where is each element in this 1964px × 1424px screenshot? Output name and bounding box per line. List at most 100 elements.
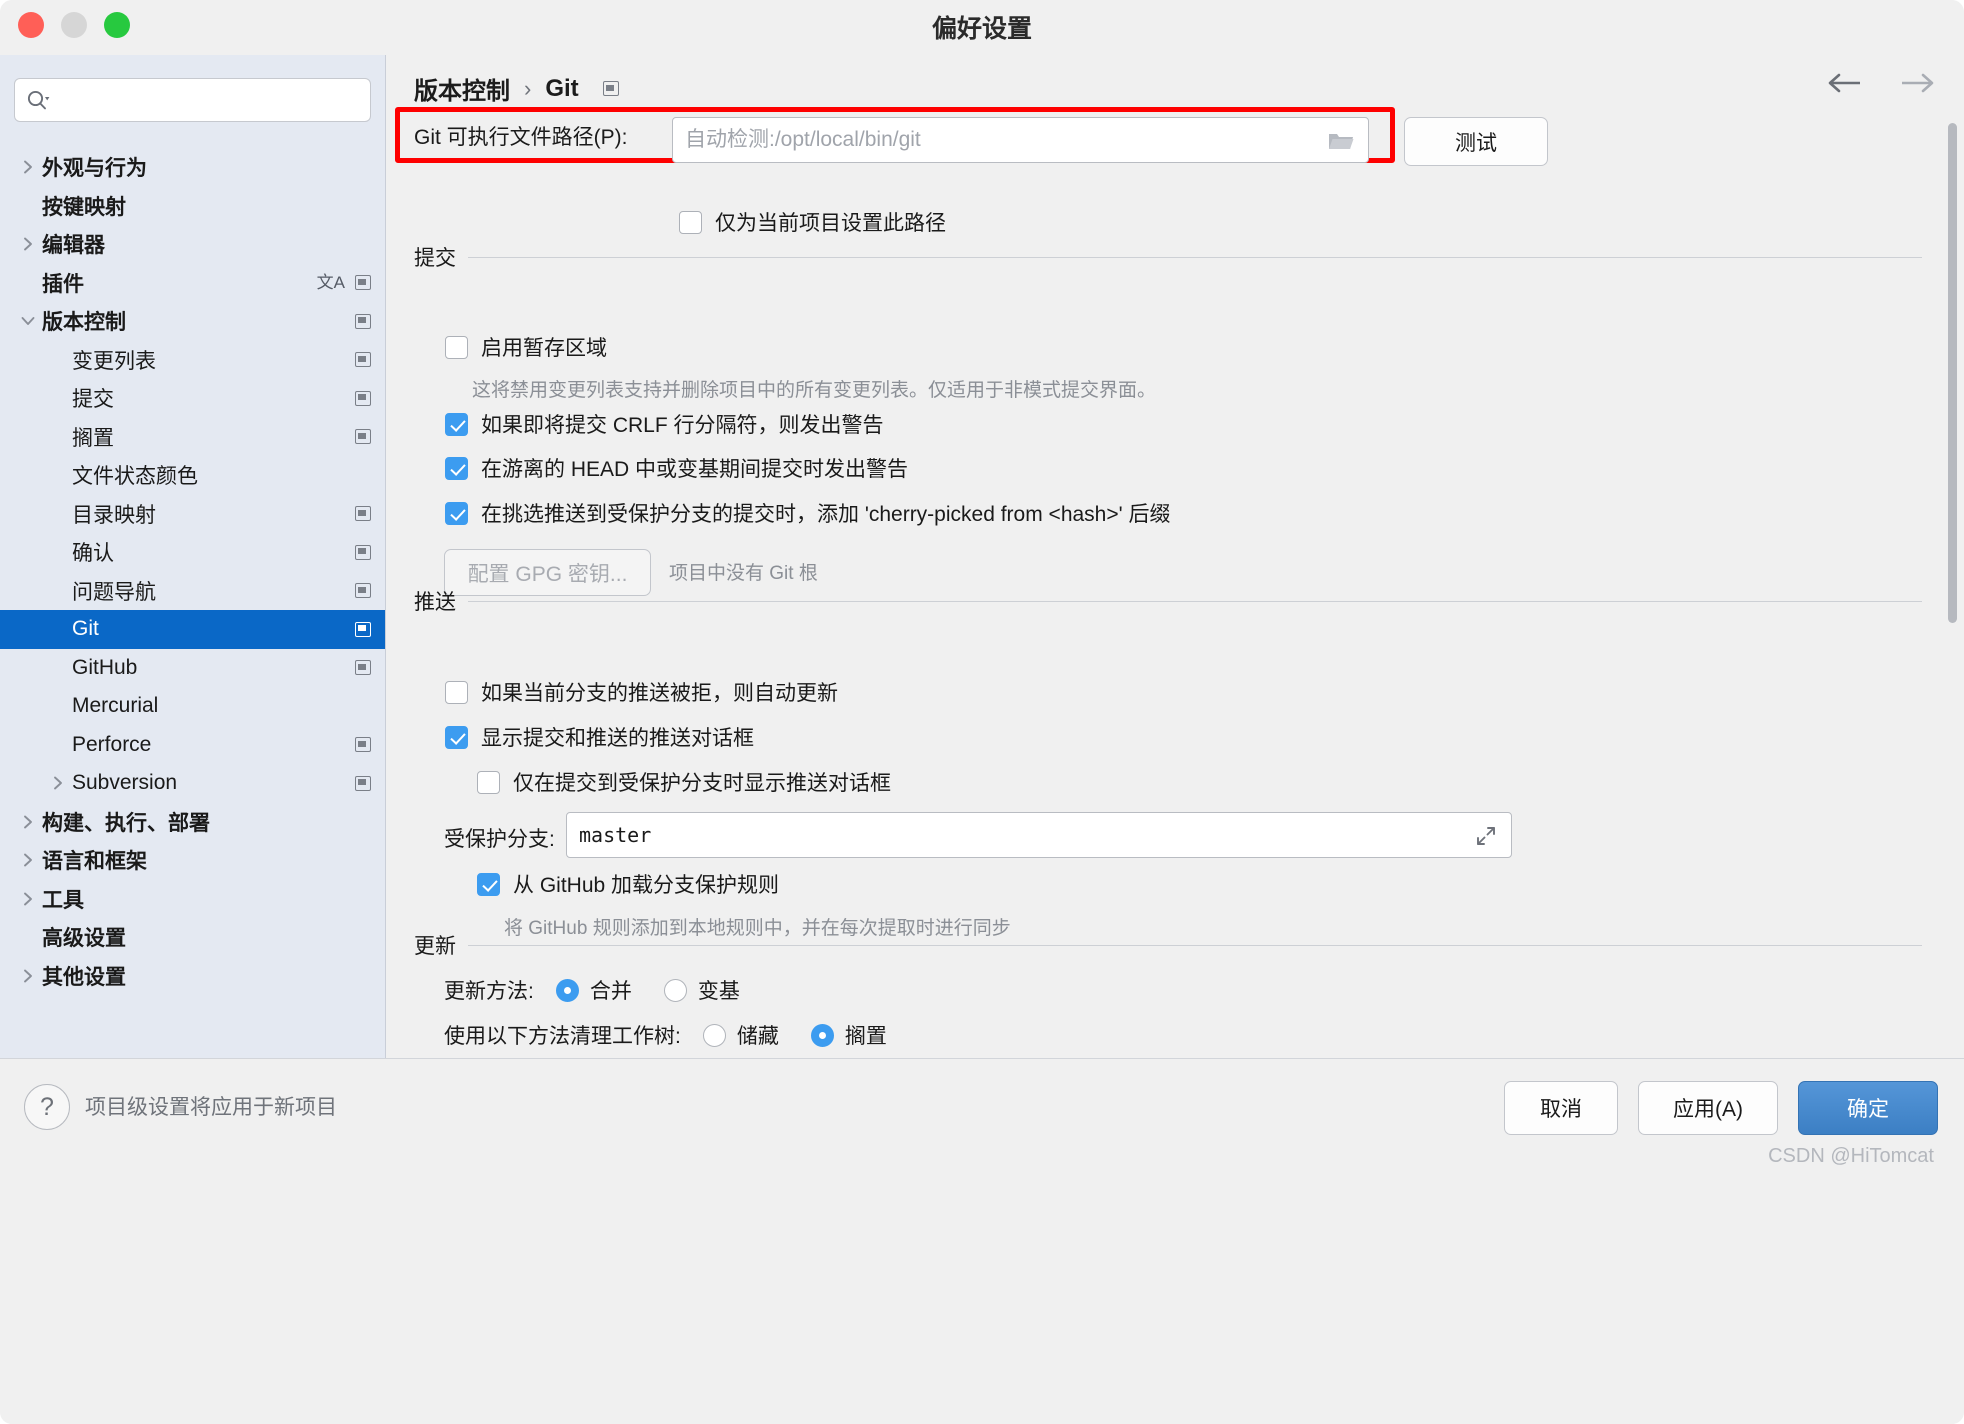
auto-update-row[interactable]: 如果当前分支的推送被拒，则自动更新 (445, 677, 838, 707)
sidebar-item-10[interactable]: 确认 (0, 533, 385, 572)
sidebar-item-8[interactable]: 文件状态颜色 (0, 456, 385, 495)
copy-settings-path-icon[interactable] (355, 660, 371, 676)
cherry-pick-suffix-label: 在挑选推送到受保护分支的提交时，添加 'cherry-picked from <… (481, 503, 1171, 526)
sidebar-item-6[interactable]: 提交 (0, 379, 385, 418)
scrollbar-thumb[interactable] (1948, 123, 1957, 623)
chevron-right-icon[interactable] (18, 850, 38, 870)
load-github-rules-row[interactable]: 从 GitHub 加载分支保护规则 (477, 869, 779, 899)
back-arrow-icon[interactable] (1826, 71, 1866, 95)
crlf-warning-checkbox[interactable] (445, 412, 468, 436)
chevron-right-icon[interactable] (18, 812, 38, 832)
clean-option-stash[interactable]: 储藏 (702, 1020, 779, 1050)
breadcrumb-parent[interactable]: 版本控制 (414, 71, 510, 106)
protected-branches-field[interactable] (566, 812, 1512, 858)
shelve-label: 搁置 (844, 1025, 887, 1048)
sidebar-item-18[interactable]: 语言和框架 (0, 841, 385, 880)
expand-field-icon[interactable] (1475, 825, 1497, 852)
load-github-rules-checkbox[interactable] (477, 872, 500, 896)
content-scrollbar[interactable] (1948, 123, 1957, 983)
shelve-radio[interactable] (810, 1023, 834, 1047)
sidebar-item-16[interactable]: Subversion (0, 764, 385, 803)
detached-head-warning-row[interactable]: 在游离的 HEAD 中或变基期间提交时发出警告 (445, 453, 908, 483)
copy-settings-path-icon[interactable] (355, 583, 371, 599)
sidebar-item-2[interactable]: 编辑器 (0, 225, 385, 264)
chevron-right-icon[interactable] (18, 157, 38, 177)
sidebar-item-14[interactable]: Mercurial (0, 687, 385, 726)
copy-settings-path-icon[interactable] (355, 544, 371, 560)
sidebar-item-3[interactable]: 插件 文A (0, 264, 385, 303)
chevron-right-icon[interactable] (48, 773, 68, 793)
auto-update-checkbox[interactable] (445, 680, 468, 704)
sidebar-item-1[interactable]: 按键映射 (0, 187, 385, 226)
chevron-right-icon[interactable] (18, 966, 38, 986)
title-bar: 偏好设置 (0, 0, 1964, 55)
cherry-pick-suffix-checkbox[interactable] (445, 501, 468, 525)
chevron-right-icon[interactable] (18, 234, 38, 254)
copy-settings-path-icon[interactable] (355, 352, 371, 368)
chevron-down-icon[interactable] (18, 311, 38, 331)
rebase-radio[interactable] (663, 978, 687, 1002)
sidebar-item-17[interactable]: 构建、执行、部署 (0, 803, 385, 842)
sidebar-item-21[interactable]: 其他设置 (0, 957, 385, 996)
copy-settings-path-icon[interactable] (355, 313, 371, 329)
sidebar-item-12[interactable]: Git (0, 610, 385, 649)
copy-settings-path-icon[interactable] (355, 775, 371, 791)
update-method-option-rebase[interactable]: 变基 (663, 975, 740, 1005)
chevron-right-icon[interactable] (18, 889, 38, 909)
footer-buttons: 取消 应用(A) 确定 (1504, 1081, 1938, 1135)
search-input[interactable] (61, 79, 365, 123)
footer-note: 项目级设置将应用于新项目 (85, 1096, 337, 1119)
ok-button[interactable]: 确定 (1798, 1081, 1938, 1135)
git-executable-path-field[interactable] (672, 117, 1369, 163)
copy-settings-path-icon[interactable] (355, 737, 371, 753)
cancel-button[interactable]: 取消 (1504, 1081, 1618, 1135)
sidebar-item-badges (355, 775, 371, 791)
stash-label: 储藏 (736, 1025, 779, 1048)
cherry-pick-suffix-row[interactable]: 在挑选推送到受保护分支的提交时，添加 'cherry-picked from <… (445, 498, 1170, 528)
sidebar-item-19[interactable]: 工具 (0, 880, 385, 919)
help-icon[interactable]: ? (24, 1084, 70, 1130)
git-executable-path-input[interactable] (673, 128, 1368, 152)
stash-radio[interactable] (702, 1023, 726, 1047)
section-divider (468, 600, 1922, 602)
project-only-checkbox[interactable] (679, 210, 702, 234)
copy-settings-path-icon[interactable] (355, 390, 371, 406)
apply-button[interactable]: 应用(A) (1638, 1081, 1778, 1135)
sidebar-item-5[interactable]: 变更列表 (0, 341, 385, 380)
detached-head-warning-checkbox[interactable] (445, 456, 468, 480)
sidebar-item-0[interactable]: 外观与行为 (0, 148, 385, 187)
browse-folder-icon[interactable] (1328, 130, 1354, 157)
only-protected-checkbox[interactable] (477, 770, 500, 794)
protected-branches-input[interactable] (567, 823, 1511, 847)
sidebar-item-13[interactable]: GitHub (0, 649, 385, 688)
copy-settings-path-icon[interactable] (355, 429, 371, 445)
show-push-dialog-checkbox[interactable] (445, 725, 468, 749)
crlf-warning-row[interactable]: 如果即将提交 CRLF 行分隔符，则发出警告 (445, 409, 884, 439)
sidebar-item-7[interactable]: 搁置 (0, 418, 385, 457)
update-section-header: 更新 (414, 930, 1922, 960)
staging-area-checkbox[interactable] (445, 335, 468, 359)
sidebar-item-4[interactable]: 版本控制 (0, 302, 385, 341)
sidebar-item-9[interactable]: 目录映射 (0, 495, 385, 534)
sidebar-item-15[interactable]: Perforce (0, 726, 385, 765)
sidebar-item-20[interactable]: 高级设置 (0, 918, 385, 957)
copy-settings-path-icon[interactable] (602, 81, 619, 96)
navigation-arrows (1826, 71, 1936, 95)
test-git-button[interactable]: 测试 (1404, 117, 1548, 166)
sidebar-item-label: 编辑器 (42, 234, 105, 258)
forward-arrow-icon[interactable] (1896, 71, 1936, 95)
copy-settings-path-icon[interactable] (355, 506, 371, 522)
translate-icon[interactable]: 文A (317, 274, 345, 291)
staging-area-row[interactable]: 启用暂存区域 (445, 332, 607, 362)
merge-radio[interactable] (555, 978, 579, 1002)
search-field[interactable] (14, 78, 371, 123)
copy-settings-path-icon[interactable] (355, 621, 371, 637)
clean-option-shelve[interactable]: 搁置 (810, 1020, 887, 1050)
window-title: 偏好设置 (931, 15, 1032, 43)
show-push-dialog-row[interactable]: 显示提交和推送的推送对话框 (445, 722, 754, 752)
project-only-row[interactable]: 仅为当前项目设置此路径 (679, 207, 946, 237)
only-protected-row[interactable]: 仅在提交到受保护分支时显示推送对话框 (477, 767, 891, 797)
update-method-option-merge[interactable]: 合并 (555, 975, 632, 1005)
copy-settings-path-icon[interactable] (355, 275, 371, 291)
sidebar-item-11[interactable]: 问题导航 (0, 572, 385, 611)
